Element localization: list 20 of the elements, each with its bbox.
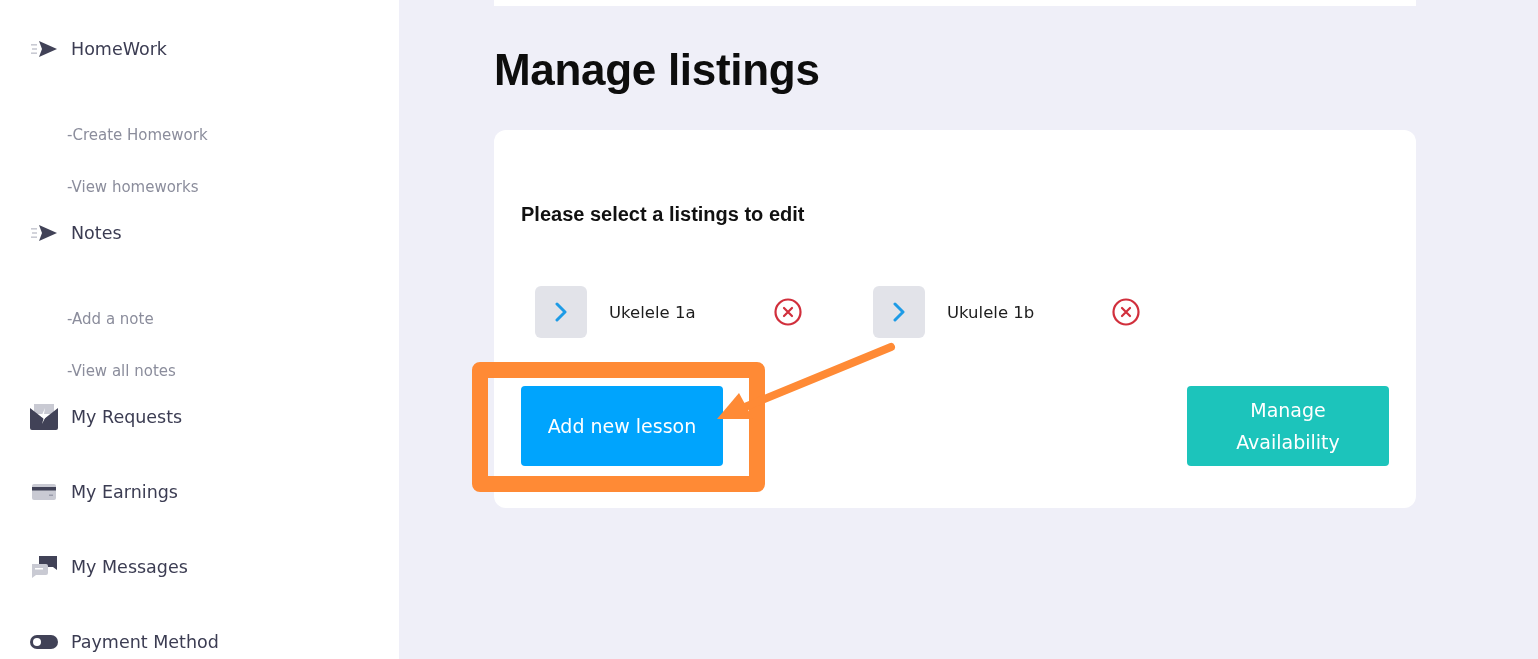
chevron-right-icon — [555, 302, 567, 322]
paper-plane-icon — [30, 225, 58, 241]
page-title: Manage listings — [494, 46, 820, 94]
listing-name[interactable]: Ukulele 1b — [947, 302, 1112, 322]
listing-name[interactable]: Ukelele 1a — [609, 302, 774, 322]
sidebar-item[interactable]: My Earnings — [71, 482, 178, 502]
toggle-icon — [30, 635, 58, 649]
sidebar-item[interactable]: Payment Method — [71, 632, 219, 652]
sidebar-item[interactable]: My Requests — [71, 407, 183, 427]
chat-bubbles-icon — [30, 556, 58, 578]
remove-icon[interactable] — [1112, 298, 1140, 326]
envelope-icon — [30, 404, 58, 430]
instruction-text: Please select a listings to edit — [521, 202, 805, 226]
sidebar-item[interactable]: Notes — [71, 223, 122, 243]
credit-card-icon — [30, 484, 58, 500]
chevron-right-icon — [893, 302, 905, 322]
remove-icon[interactable] — [774, 298, 802, 326]
sidebar-item[interactable]: HomeWork — [71, 39, 167, 59]
sidebar-item[interactable]: My Messages — [71, 557, 188, 577]
paper-plane-icon — [30, 41, 58, 57]
